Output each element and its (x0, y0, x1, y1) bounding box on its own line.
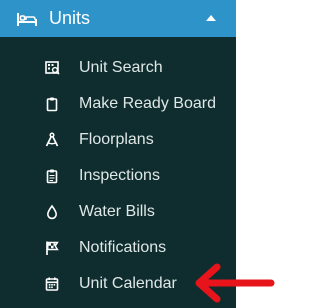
menu-item-floorplans[interactable]: Floorplans (0, 122, 236, 158)
menu-label-water-bills: Water Bills (79, 203, 155, 220)
flag-icon (46, 241, 59, 255)
units-section-header[interactable]: Units (0, 0, 236, 37)
menu-item-notifications[interactable]: Notifications (0, 230, 236, 266)
menu-label-unit-search: Unit Search (79, 59, 163, 76)
clipboard-icon (46, 97, 58, 112)
menu-label-notifications: Notifications (79, 239, 167, 256)
screen: Units Unit Search Make Ready Board Floor… (0, 0, 279, 308)
units-section-label: Units (49, 8, 91, 28)
compass-drafting-icon (45, 132, 59, 147)
red-arrow-icon (195, 263, 275, 303)
water-drop-icon (46, 204, 58, 220)
search-building-icon (45, 61, 60, 75)
menu-label-unit-calendar: Unit Calendar (79, 275, 177, 292)
menu-item-water-bills[interactable]: Water Bills (0, 194, 236, 230)
clipboard-list-icon (46, 169, 58, 184)
menu-item-inspections[interactable]: Inspections (0, 158, 236, 194)
calendar-icon (45, 277, 59, 291)
menu-label-make-ready-board: Make Ready Board (79, 95, 216, 112)
chevron-up-icon[interactable] (205, 13, 217, 23)
menu-item-unit-search[interactable]: Unit Search (0, 50, 236, 86)
menu-label-inspections: Inspections (79, 167, 160, 184)
menu-label-floorplans: Floorplans (79, 131, 154, 148)
menu-item-make-ready-board[interactable]: Make Ready Board (0, 86, 236, 122)
bed-icon (17, 13, 37, 26)
